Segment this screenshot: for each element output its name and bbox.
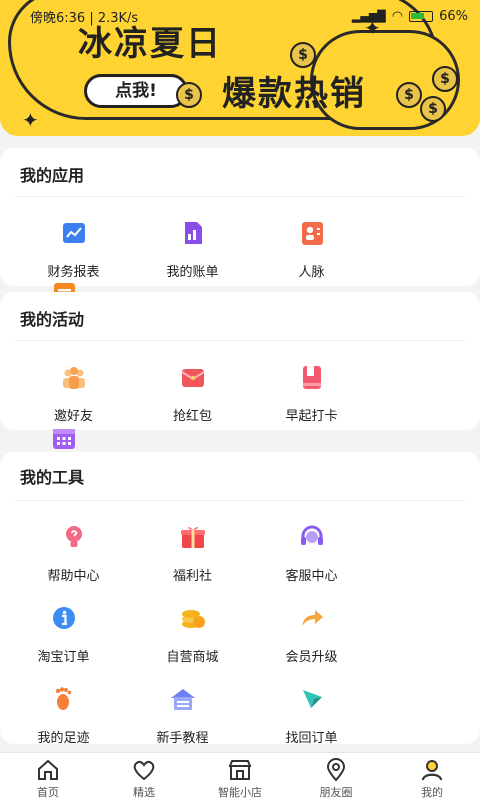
- tab-store[interactable]: 智能小店: [192, 753, 288, 800]
- grid-item-contacts[interactable]: 人脉: [256, 219, 367, 280]
- info-icon: [50, 604, 78, 632]
- headset-icon: [298, 523, 326, 551]
- grid-item-headset[interactable]: 客服中心: [256, 523, 367, 584]
- grid-item-label: 新手教程: [156, 731, 209, 746]
- heart-icon: [133, 760, 155, 781]
- coin-icon: $: [176, 82, 202, 108]
- invite-friends-icon: [60, 363, 88, 391]
- grid-item-bill[interactable]: 我的账单: [137, 219, 248, 280]
- gift-icon: [179, 523, 207, 551]
- status-bar: 傍晚6:36 | 2.3K/s ▂▄▆█ ◠ 66%: [30, 6, 468, 26]
- user-icon: [421, 760, 443, 781]
- grid-item-coins[interactable]: 自营商城: [137, 604, 248, 665]
- grid-item-label: 找回订单: [285, 731, 338, 746]
- grid-item-info[interactable]: 淘宝订单: [8, 604, 119, 665]
- upgrade-arrow-icon: [298, 604, 326, 632]
- status-time: 傍晚6:36 | 2.3K/s: [30, 10, 139, 26]
- section-my-apps: 我的应用 财务报表 我的账单 人脉 我的订单: [0, 148, 480, 341]
- grid-item-label: 福利社: [172, 569, 212, 584]
- wifi-icon: ◠: [391, 8, 404, 24]
- grid-item-red-envelope[interactable]: 抢红包: [137, 363, 248, 424]
- grid-item-lightbulb[interactable]: 帮助中心: [18, 523, 129, 584]
- bottom-tab-bar: 首页 精选 智能小店 朋友圈 我的: [0, 752, 480, 800]
- grid-item-gift[interactable]: 福利社: [137, 523, 248, 584]
- section-title: 我的应用: [20, 166, 85, 185]
- bill-icon: [179, 219, 207, 247]
- store-icon: [228, 760, 252, 780]
- grid-item-invite-friends[interactable]: 邀好友: [18, 363, 129, 424]
- contacts-icon: [298, 219, 326, 247]
- red-envelope-icon: [179, 363, 207, 391]
- tab-label: 首页: [37, 786, 59, 799]
- battery-level: 66%: [439, 8, 468, 24]
- grid-item-label: 自营商城: [166, 650, 219, 665]
- tab-home[interactable]: 首页: [0, 753, 96, 800]
- coin-icon: $: [420, 96, 446, 122]
- tab-label: 智能小店: [218, 786, 262, 799]
- checkin-book-icon: [298, 363, 326, 391]
- grid-item-label: 淘宝订单: [37, 650, 90, 665]
- banner-click-bubble[interactable]: 点我!: [84, 74, 188, 108]
- calendar-icon: [50, 424, 78, 452]
- grid-item-label: 我的账单: [166, 265, 219, 280]
- tab-heart[interactable]: 精选: [96, 753, 192, 800]
- tab-label: 我的: [421, 786, 443, 799]
- section-my-tools: 我的工具 帮助中心 福利社 客服中心 淘宝订单 自营商城 会员升级 我的足迹 新…: [0, 452, 480, 791]
- coin-icon: $: [290, 42, 316, 68]
- coin-icon: $: [432, 66, 458, 92]
- location-pin-icon: [326, 758, 346, 782]
- grid-item-label: 人脉: [298, 265, 325, 280]
- footprint-icon: [50, 685, 78, 713]
- tab-label: 精选: [133, 786, 155, 799]
- grid-item-compass[interactable]: 找回订单: [256, 685, 367, 746]
- coin-icon: $: [396, 82, 422, 108]
- grid-item-label: 邀好友: [53, 409, 93, 424]
- section-title: 我的活动: [20, 310, 85, 329]
- tutorial-house-icon: [169, 685, 197, 713]
- section-title: 我的工具: [20, 468, 85, 487]
- grid-item-label: 客服中心: [285, 569, 338, 584]
- tab-location-pin[interactable]: 朋友圈: [288, 753, 384, 800]
- tab-user[interactable]: 我的: [384, 753, 480, 800]
- banner-title-2: 爆款热销: [222, 74, 366, 114]
- grid-item-report-chart[interactable]: 财务报表: [18, 219, 129, 280]
- section-my-activities: 我的活动 邀好友 抢红包 早起打卡 签到表: [0, 292, 480, 485]
- battery-icon: [409, 10, 434, 22]
- grid-item-tutorial-house[interactable]: 新手教程: [127, 685, 238, 746]
- report-chart-icon: [60, 219, 88, 247]
- grid-item-label: 帮助中心: [47, 569, 100, 584]
- grid-item-label: 会员升级: [285, 650, 338, 665]
- grid-item-upgrade-arrow[interactable]: 会员升级: [256, 604, 367, 665]
- coins-icon: [179, 604, 207, 632]
- grid-item-label: 早起打卡: [285, 409, 338, 424]
- promo-banner[interactable]: 傍晚6:36 | 2.3K/s ▂▄▆█ ◠ 66% 冰凉夏日 点我! 爆款热销…: [0, 0, 480, 136]
- grid-item-label: 抢红包: [172, 409, 212, 424]
- grid-item-footprint[interactable]: 我的足迹: [8, 685, 119, 746]
- signal-icon: ▂▄▆█: [351, 9, 386, 23]
- sparkle-icon: ✦: [22, 108, 39, 132]
- compass-icon: [298, 685, 326, 713]
- grid-item-label: 我的足迹: [37, 731, 90, 746]
- tab-label: 朋友圈: [319, 786, 353, 799]
- grid-item-label: 财务报表: [47, 265, 100, 280]
- lightbulb-icon: [60, 523, 88, 551]
- grid-item-checkin-book[interactable]: 早起打卡: [256, 363, 367, 424]
- home-icon: [38, 759, 58, 780]
